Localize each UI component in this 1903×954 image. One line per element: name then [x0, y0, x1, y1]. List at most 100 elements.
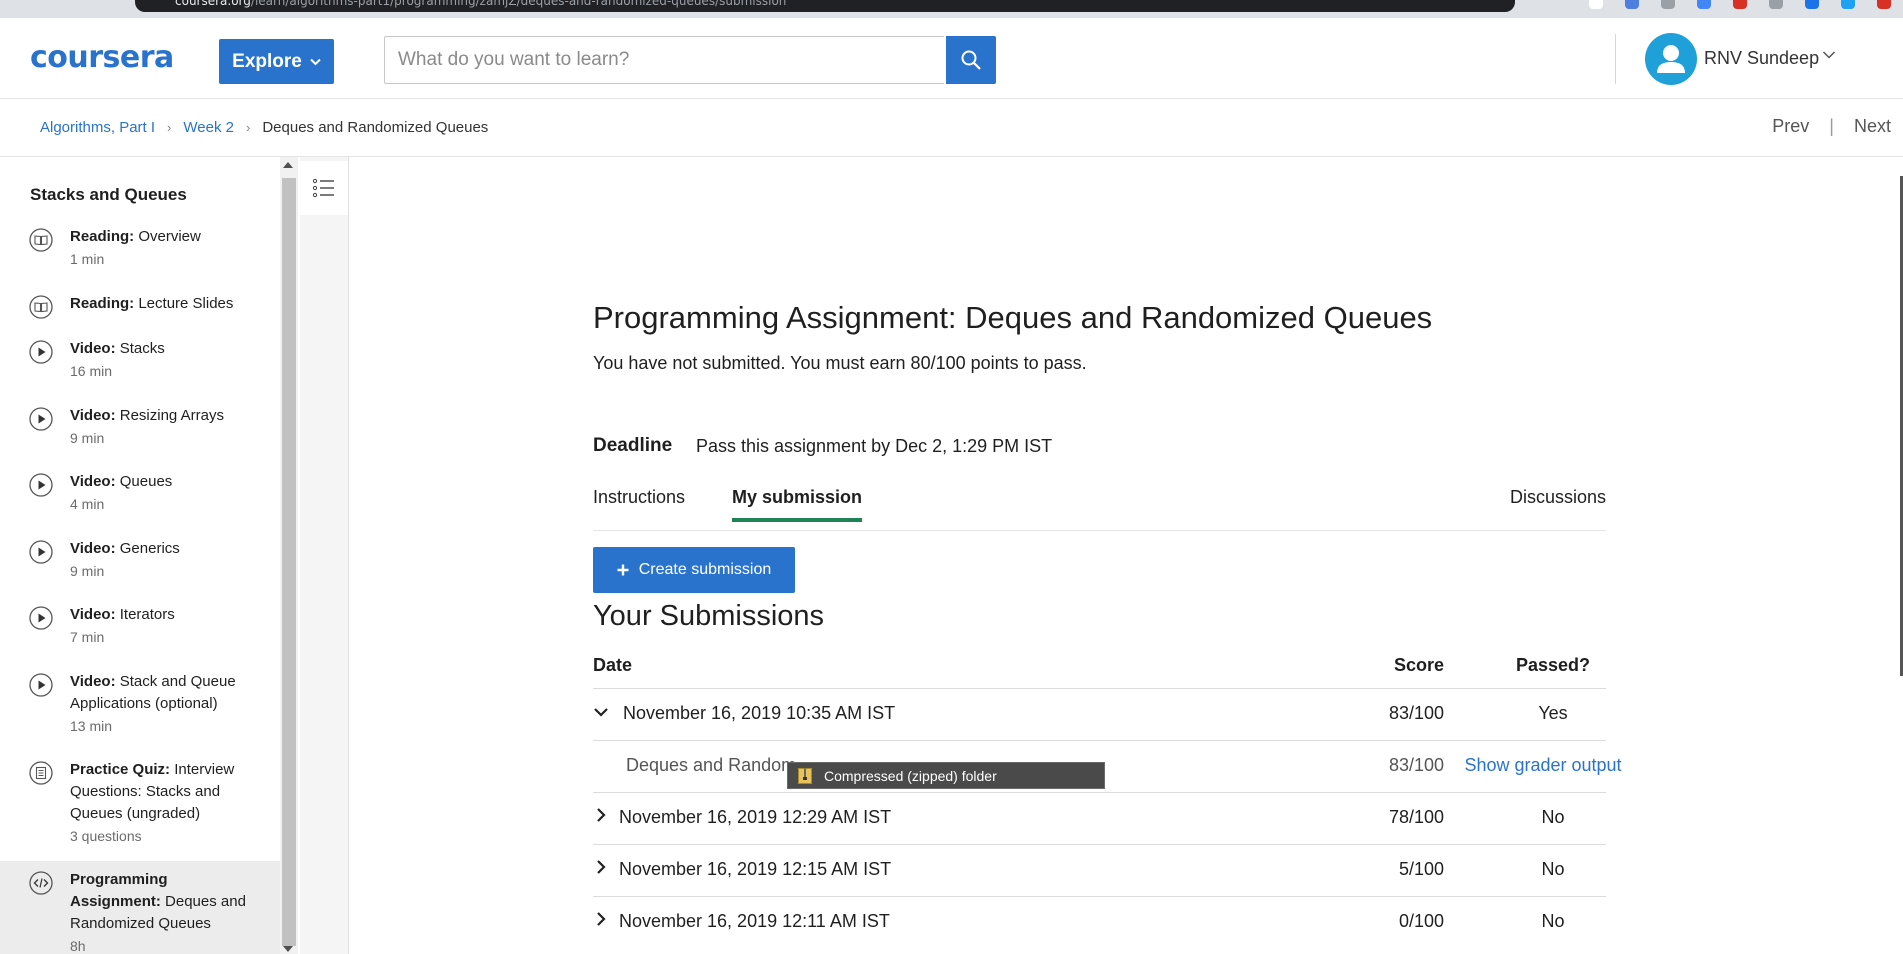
- table-header: Date Score Passed?: [593, 647, 1606, 689]
- table-row[interactable]: November 16, 2019 12:29 AM IST 78/100 No: [593, 793, 1606, 845]
- sidebar-item-practice-quiz[interactable]: Practice Quiz: Interview Questions: Stac…: [0, 759, 280, 855]
- sidebar-item-video-generics[interactable]: Video: Generics 9 min: [0, 538, 280, 590]
- pass-requirement-text: You have not submitted. You must earn 80…: [593, 353, 1087, 373]
- tooltip-text: Compressed (zipped) folder: [824, 767, 997, 784]
- file-type-tooltip: Compressed (zipped) folder: [787, 762, 1105, 789]
- item-type: Practice Quiz:: [70, 761, 171, 778]
- chevron-right-icon[interactable]: [593, 911, 609, 927]
- sidebar-item-video-applications[interactable]: Video: Stack and Queue Applications (opt…: [0, 671, 280, 745]
- quiz-icon: [29, 761, 53, 785]
- item-type: Video:: [70, 673, 116, 690]
- table-row[interactable]: November 16, 2019 12:15 AM IST 5/100 No: [593, 845, 1606, 897]
- extension-icon[interactable]: [1805, 0, 1819, 9]
- item-type: Reading:: [70, 228, 135, 245]
- toc-column: [300, 157, 349, 954]
- scroll-up-arrow-icon[interactable]: [283, 162, 293, 168]
- next-link[interactable]: Next: [1854, 116, 1891, 137]
- sidebar-item-video-iterators[interactable]: Video: Iterators 7 min: [0, 604, 280, 656]
- sidebar-item-reading-overview[interactable]: Reading: Overview 1 min: [0, 226, 280, 278]
- submission-date: November 16, 2019 12:29 AM IST: [619, 807, 892, 827]
- menu-icon[interactable]: [1877, 0, 1891, 9]
- sidebar-item-video-resizing-arrays[interactable]: Video: Resizing Arrays 9 min: [0, 405, 280, 457]
- item-title: Overview: [138, 228, 201, 245]
- submission-date: November 16, 2019 12:15 AM IST: [619, 859, 892, 879]
- extension-icon[interactable]: [1733, 0, 1747, 9]
- submission-score: 83/100: [1388, 703, 1444, 723]
- play-icon: [29, 407, 53, 431]
- play-icon: [29, 606, 53, 630]
- chevron-right-icon[interactable]: [593, 807, 609, 823]
- coursera-logo[interactable]: coursera: [30, 40, 174, 75]
- tab-instructions[interactable]: Instructions: [593, 487, 685, 518]
- address-bar[interactable]: coursera.org/learn/algorithms-part1/prog…: [135, 0, 1515, 12]
- avatar[interactable]: [1645, 33, 1697, 85]
- header-divider: [1615, 34, 1616, 84]
- submission-file-name: Deques and Random: [626, 755, 797, 775]
- item-title: Iterators: [119, 606, 175, 623]
- page-title: Programming Assignment: Deques and Rando…: [593, 300, 1433, 335]
- item-meta: 1 min: [70, 251, 105, 267]
- table-row[interactable]: November 16, 2019 12:11 AM IST 0/100 No: [593, 897, 1606, 948]
- deadline-text: Pass this assignment by Dec 2, 1:29 PM I…: [696, 436, 1053, 456]
- chevron-right-icon: ›: [245, 120, 251, 135]
- show-grader-output-link[interactable]: Show grader output: [1453, 755, 1633, 776]
- breadcrumb-bar: Algorithms, Part I › Week 2 › Deques and…: [0, 99, 1903, 157]
- plus-icon: [617, 564, 629, 576]
- sidebar-item-reading-slides[interactable]: Reading: Lecture Slides: [0, 293, 280, 323]
- chevron-right-icon: ›: [167, 120, 172, 135]
- prev-next-nav: Prev | Next: [1772, 116, 1891, 137]
- submission-passed: Yes: [1538, 703, 1568, 723]
- tab-discussions[interactable]: Discussions: [1510, 487, 1606, 518]
- extension-icon[interactable]: [1661, 0, 1675, 9]
- prev-link[interactable]: Prev: [1772, 116, 1809, 137]
- breadcrumb-course-link[interactable]: Algorithms, Part I: [40, 119, 155, 136]
- nav-separator: |: [1829, 116, 1834, 136]
- table-row[interactable]: November 16, 2019 10:35 AM IST 83/100 Ye…: [593, 689, 1606, 741]
- extension-icon[interactable]: [1697, 0, 1711, 9]
- browser-toolbar: coursera.org/learn/algorithms-part1/prog…: [0, 0, 1903, 18]
- explore-label: Explore: [232, 50, 302, 72]
- explore-button[interactable]: Explore: [219, 39, 334, 84]
- item-meta: 7 min: [70, 629, 105, 645]
- item-meta: 9 min: [70, 430, 105, 446]
- sidebar-item-programming-assignment[interactable]: Programming Assignment: Deques and Rando…: [0, 861, 280, 954]
- sidebar-item-video-queues[interactable]: Video: Queues 4 min: [0, 471, 280, 523]
- submission-score: 5/100: [1398, 859, 1444, 879]
- submission-date: November 16, 2019 12:11 AM IST: [619, 911, 890, 931]
- extension-icon[interactable]: [1589, 0, 1603, 9]
- chevron-down-icon[interactable]: [593, 704, 609, 720]
- create-submission-label: Create submission: [638, 561, 772, 578]
- user-name[interactable]: RNV Sundeep: [1704, 48, 1819, 69]
- profile-icon[interactable]: [1841, 0, 1855, 9]
- toc-toggle-button[interactable]: [300, 161, 348, 215]
- submission-date: November 16, 2019 10:35 AM IST: [623, 703, 896, 723]
- search-input[interactable]: [384, 36, 944, 84]
- extension-icon[interactable]: [1625, 0, 1639, 9]
- search-icon: [961, 50, 981, 70]
- sidebar-item-video-stacks[interactable]: Video: Stacks 16 min: [0, 338, 280, 390]
- item-title: Lecture Slides: [138, 295, 234, 312]
- create-submission-button[interactable]: Create submission: [593, 547, 795, 593]
- breadcrumb-current: Deques and Randomized Queues: [262, 119, 489, 136]
- list-icon: [312, 178, 334, 198]
- zip-folder-icon: [798, 767, 812, 784]
- breadcrumb-week-link[interactable]: Week 2: [183, 119, 234, 136]
- submission-passed: No: [1541, 911, 1565, 931]
- item-title: Generics: [119, 540, 180, 557]
- column-score: Score: [1393, 655, 1444, 675]
- tab-my-submission[interactable]: My submission: [732, 487, 863, 522]
- assignment-tabs: Instructions My submission Discussions: [593, 482, 1606, 531]
- column-passed: Passed?: [1515, 655, 1591, 675]
- item-type: Video:: [70, 606, 116, 623]
- play-icon: [29, 473, 53, 497]
- scroll-down-arrow-icon[interactable]: [283, 946, 293, 952]
- extension-icon[interactable]: [1769, 0, 1783, 9]
- chevron-down-icon: [310, 58, 321, 65]
- submissions-title: Your Submissions: [593, 600, 825, 632]
- code-icon: [29, 871, 53, 895]
- sidebar-scrollbar-thumb[interactable]: [282, 178, 296, 946]
- item-meta: 8h: [70, 938, 86, 954]
- chevron-down-icon[interactable]: [1822, 50, 1836, 60]
- chevron-right-icon[interactable]: [593, 859, 609, 875]
- search-button[interactable]: [946, 36, 996, 84]
